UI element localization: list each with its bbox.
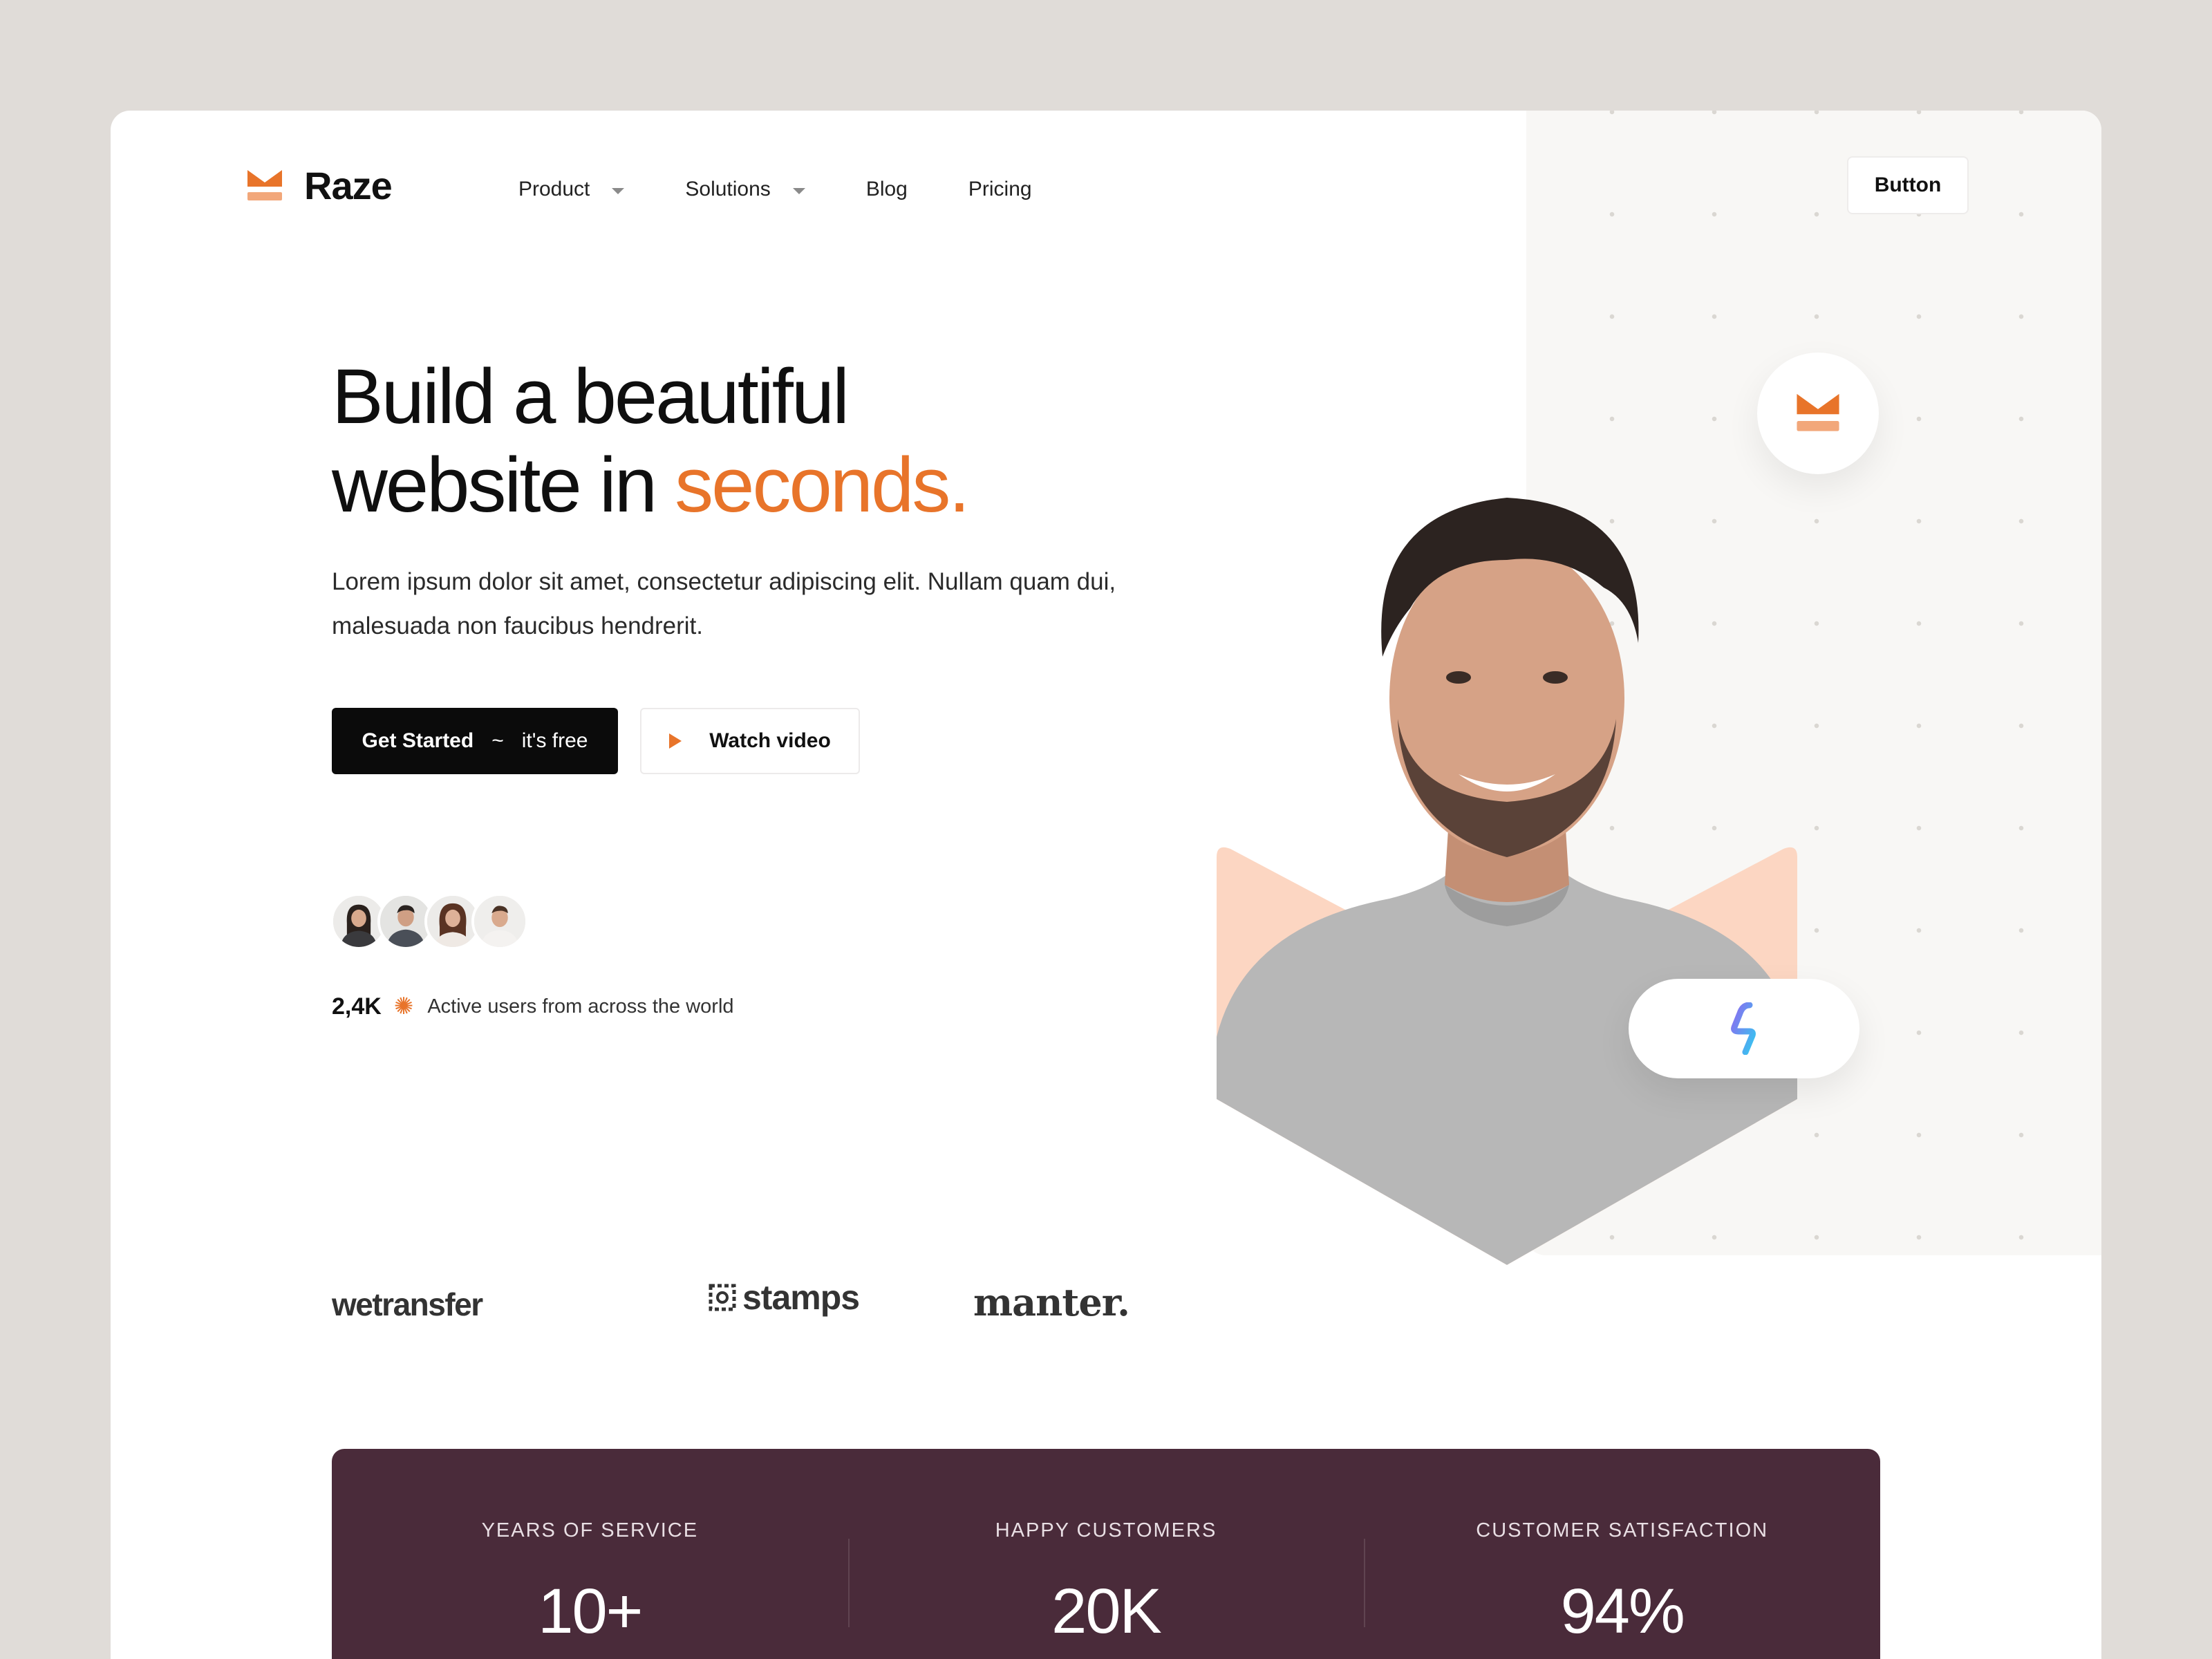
get-started-label: Get Started bbox=[362, 729, 474, 752]
chevron-bowl-icon bbox=[1797, 393, 1839, 431]
lightning-badge bbox=[1629, 979, 1859, 1078]
stat-value: 94% bbox=[1560, 1576, 1685, 1647]
hero-portrait bbox=[1217, 498, 1797, 1265]
person-avatar-icon bbox=[427, 896, 478, 947]
stat-happy-customers: HAPPY CUSTOMERS 20K bbox=[847, 1449, 1365, 1659]
avatar bbox=[471, 893, 528, 950]
get-started-button[interactable]: Get Started ~ it's free bbox=[332, 708, 618, 774]
watch-video-button[interactable]: Watch video bbox=[640, 708, 860, 774]
user-avatars bbox=[330, 893, 528, 950]
nav-item-label: Solutions bbox=[685, 178, 771, 200]
caret-down-icon bbox=[792, 187, 805, 194]
lightning-icon bbox=[1731, 1002, 1756, 1055]
hero-subtext: Lorem ipsum dolor sit amet, consectetur … bbox=[332, 568, 1116, 639]
headline-line-1: Build a beautiful bbox=[332, 353, 850, 440]
page-card: Raze Product Solutions Blog Pricing Butt… bbox=[111, 111, 2101, 1659]
stat-years-of-service: YEARS OF SERVICE 10+ bbox=[332, 1449, 848, 1659]
nav-item-label: Blog bbox=[865, 178, 908, 200]
nav-item-pricing[interactable]: Pricing bbox=[968, 178, 1032, 201]
stat-label: YEARS OF SERVICE bbox=[481, 1519, 699, 1541]
stat-label: HAPPY CUSTOMERS bbox=[995, 1519, 1217, 1541]
stat-label: CUSTOMER SATISFACTION bbox=[1476, 1519, 1769, 1541]
stat-customer-satisfaction: CUSTOMER SATISFACTION 94% bbox=[1364, 1449, 1880, 1659]
person-avatar-icon bbox=[380, 896, 431, 947]
chevron-bowl-icon bbox=[247, 169, 282, 200]
watch-video-label: Watch video bbox=[709, 729, 831, 752]
active-users-count: 2,4K bbox=[332, 993, 382, 1020]
nav-item-blog[interactable]: Blog bbox=[866, 178, 908, 201]
partner-logo-manter: manter. bbox=[973, 1280, 1130, 1324]
header-cta-button[interactable]: Button bbox=[1847, 156, 1969, 214]
play-icon bbox=[669, 733, 682, 749]
stat-value: 10+ bbox=[538, 1576, 643, 1647]
brand-logo[interactable]: Raze bbox=[246, 163, 393, 208]
main-nav: Product Solutions Blog Pricing bbox=[518, 169, 1093, 210]
brand-name: Raze bbox=[304, 164, 393, 207]
person-avatar-icon bbox=[333, 896, 384, 947]
headline-accent: seconds. bbox=[675, 442, 970, 528]
nav-item-label: Product bbox=[518, 178, 590, 200]
nav-item-label: Pricing bbox=[968, 178, 1032, 200]
partner-logo-stamps: stamps bbox=[706, 1277, 860, 1318]
headline-line-2-prefix: website in bbox=[332, 442, 675, 528]
brand-badge bbox=[1757, 353, 1879, 474]
stamp-icon bbox=[709, 1284, 736, 1311]
asterisk-burst-icon: ✺ bbox=[393, 993, 414, 1020]
hero-headline: Build a beautiful website in seconds. bbox=[332, 353, 970, 529]
stat-value: 20K bbox=[1051, 1576, 1162, 1647]
active-users-label: Active users from across the world bbox=[427, 995, 734, 1018]
stats-banner: YEARS OF SERVICE 10+ HAPPY CUSTOMERS 20K… bbox=[332, 1449, 1880, 1659]
partner-name: stamps bbox=[742, 1278, 860, 1317]
nav-item-product[interactable]: Product bbox=[518, 178, 625, 201]
nav-item-solutions[interactable]: Solutions bbox=[685, 178, 805, 201]
person-avatar-icon bbox=[474, 896, 525, 947]
partner-logo-wetransfer: wetransfer bbox=[332, 1286, 483, 1322]
caret-down-icon bbox=[612, 187, 625, 194]
active-users: 2,4K ✺ Active users from across the worl… bbox=[332, 993, 734, 1020]
cta-suffix: it's free bbox=[521, 729, 588, 752]
cta-separator: ~ bbox=[491, 729, 504, 752]
